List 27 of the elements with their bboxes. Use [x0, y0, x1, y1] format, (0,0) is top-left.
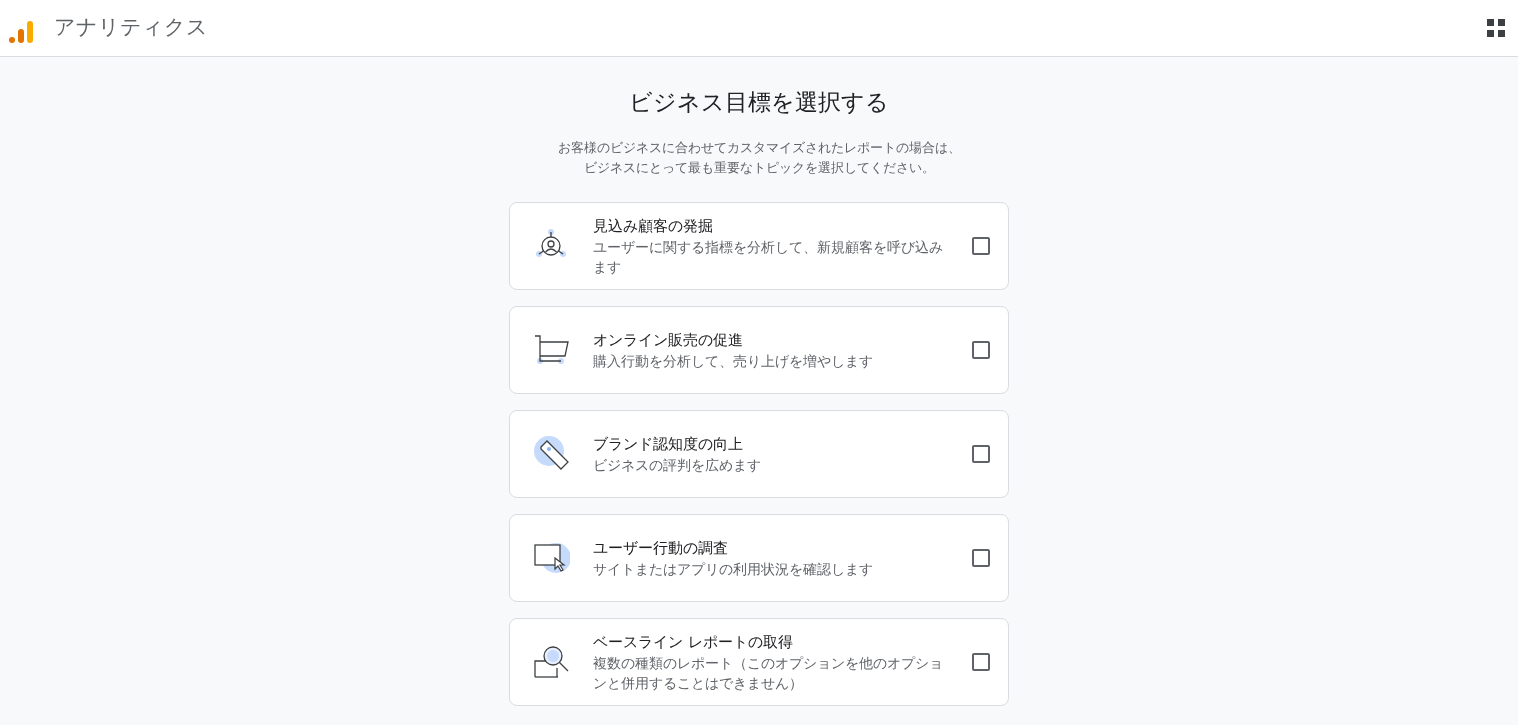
magnifier-page-icon: [534, 643, 570, 680]
objective-title: ベースライン レポートの取得: [593, 631, 794, 653]
objective-card[interactable]: 見込み顧客の発掘 ユーザーに関する指標を分析して、新規顧客を呼び込みます: [509, 201, 1009, 290]
objective-description: サイトまたはアプリの利用状況を確認します: [593, 559, 874, 579]
objective-title: ブランド認知度の向上: [593, 433, 744, 455]
objective-description: ユーザーに関する指標を分析して、新規顧客を呼び込みます: [593, 237, 944, 277]
objective-title: オンライン販売の促進: [593, 329, 744, 351]
checkbox[interactable]: [972, 340, 990, 359]
app-name: アナリティクス: [54, 14, 208, 42]
intro-text: ビジネスにとって最も重要なトピックを選択してください。: [583, 158, 935, 177]
intro-text: お客様のビジネスに合わせてカスタマイズされたレポートの場合は、: [557, 138, 961, 157]
apps-grid-button[interactable]: [1486, 18, 1506, 38]
objective-card[interactable]: ユーザー行動の調査 サイトまたはアプリの利用状況を確認します: [509, 513, 1009, 602]
objective-description: 購入行動を分析して、売り上げを増やします: [593, 351, 874, 371]
objective-description: ビジネスの評判を広めます: [593, 455, 762, 475]
checkbox[interactable]: [972, 548, 990, 567]
objective-card[interactable]: ブランド認知度の向上 ビジネスの評判を広めます: [509, 409, 1009, 498]
objective-card[interactable]: ベースライン レポートの取得 複数の種類のレポート（このオプションを他のオプションと併用することはできません）: [509, 617, 1009, 706]
page-heading: ビジネス目標を選択する: [629, 88, 889, 117]
checkbox[interactable]: [972, 236, 990, 255]
checkbox[interactable]: [972, 652, 990, 671]
objective-title: 見込み顧客の発掘: [593, 215, 714, 237]
checkbox[interactable]: [972, 444, 990, 463]
objective-title: ユーザー行動の調査: [593, 537, 729, 559]
objective-card[interactable]: オンライン販売の促進 購入行動を分析して、売り上げを増やします: [509, 305, 1009, 394]
tag-icon: [534, 435, 570, 472]
objective-description: 複数の種類のレポート（このオプションを他のオプションと併用することはできません）: [593, 653, 944, 693]
